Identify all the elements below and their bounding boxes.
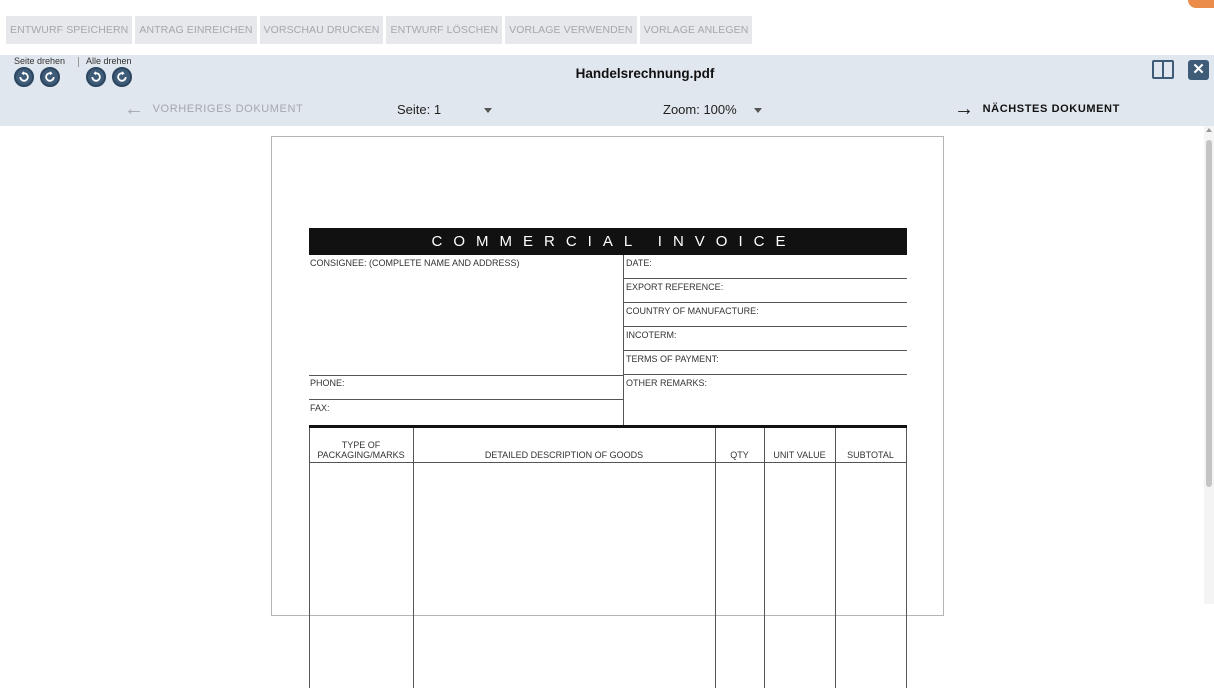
goods-table-header: TYPE OF PACKAGING/MARKS DETAILED DESCRIP… [309,428,907,463]
column-header-packaging: TYPE OF PACKAGING/MARKS [317,440,405,460]
date-field: DATE: [624,255,907,279]
scroll-up-icon[interactable] [1206,128,1212,132]
split-view-icon[interactable] [1152,60,1174,79]
vertical-scrollbar[interactable] [1204,126,1214,604]
column-header-subtotal: SUBTOTAL [847,450,894,460]
page-selector[interactable]: Seite: 1 [397,102,441,117]
column-header-description: DETAILED DESCRIPTION OF GOODS [484,450,644,460]
next-document-label: NÄCHSTES DOKUMENT [982,103,1120,115]
consignee-label: CONSIGNEE: (COMPLETE NAME AND ADDRESS) [310,258,520,268]
invoice-title: COMMERCIAL INVOICE [309,228,907,255]
close-icon[interactable]: ✕ [1188,60,1209,80]
invoice-header-block: CONSIGNEE: (COMPLETE NAME AND ADDRESS) P… [309,255,907,425]
table-column-divider [413,428,414,688]
previous-document-label: VORHERIGES DOKUMENT [152,103,304,115]
consignee-section: CONSIGNEE: (COMPLETE NAME AND ADDRESS) P… [309,255,624,425]
arrow-left-icon: ← [124,98,145,120]
other-remarks-field: OTHER REMARKS: [626,378,708,388]
invoice-details-section: DATE: EXPORT REFERENCE: COUNTRY OF MANUF… [624,255,907,399]
print-preview-button[interactable]: VORSCHAU DRUCKEN [259,16,384,44]
document-viewer-header: Seite drehen Alle drehen Handelsrechnung… [0,55,1214,126]
pdf-page: COMMERCIAL INVOICE CONSIGNEE: (COMPLETE … [271,136,944,688]
table-column-divider [835,428,836,688]
table-column-divider [715,428,716,688]
column-header-qty: QTY [730,450,749,460]
document-navigation: ← VORHERIGES DOKUMENT Seite: 1 Zoom: 100… [0,97,1214,123]
delete-draft-button[interactable]: ENTWURF LÖSCHEN [386,16,503,44]
save-draft-button[interactable]: ENTWURF SPEICHERN [6,16,133,44]
rotate-page-label: Seite drehen [14,56,66,66]
rotate-all-label: Alle drehen [86,56,132,66]
arrow-right-icon: → [954,98,975,120]
accent-corner [1188,0,1214,8]
table-border [906,428,907,688]
next-document-button[interactable]: → NÄCHSTES DOKUMENT [954,98,1120,120]
commercial-invoice-form: COMMERCIAL INVOICE CONSIGNEE: (COMPLETE … [309,228,907,688]
table-border [309,428,310,688]
zoom-selector[interactable]: Zoom: 100% [663,102,737,117]
table-column-divider [764,428,765,688]
action-toolbar: ENTWURF SPEICHERN ANTRAG EINREICHEN VORS… [0,0,1214,44]
previous-document-button[interactable]: ← VORHERIGES DOKUMENT [124,98,304,120]
chevron-down-icon[interactable] [484,108,492,113]
document-title: Handelsrechnung.pdf [575,66,715,81]
column-header-unit-value: UNIT VALUE [773,450,826,460]
incoterm-field: INCOTERM: [624,327,907,351]
terms-of-payment-field: TERMS OF PAYMENT: [624,351,907,375]
export-reference-field: EXPORT REFERENCE: [624,279,907,303]
country-of-manufacture-field: COUNTRY OF MANUFACTURE: [624,303,907,327]
scrollbar-thumb[interactable] [1206,140,1212,487]
phone-label: PHONE: [309,375,624,399]
chevron-down-icon[interactable] [754,108,762,113]
create-template-button[interactable]: VORLAGE ANLEGEN [639,16,753,44]
submit-application-button[interactable]: ANTRAG EINREICHEN [135,16,257,44]
fax-label: FAX: [309,399,624,425]
goods-table: TYPE OF PACKAGING/MARKS DETAILED DESCRIP… [309,425,907,688]
use-template-button[interactable]: VORLAGE VERWENDEN [505,16,637,44]
